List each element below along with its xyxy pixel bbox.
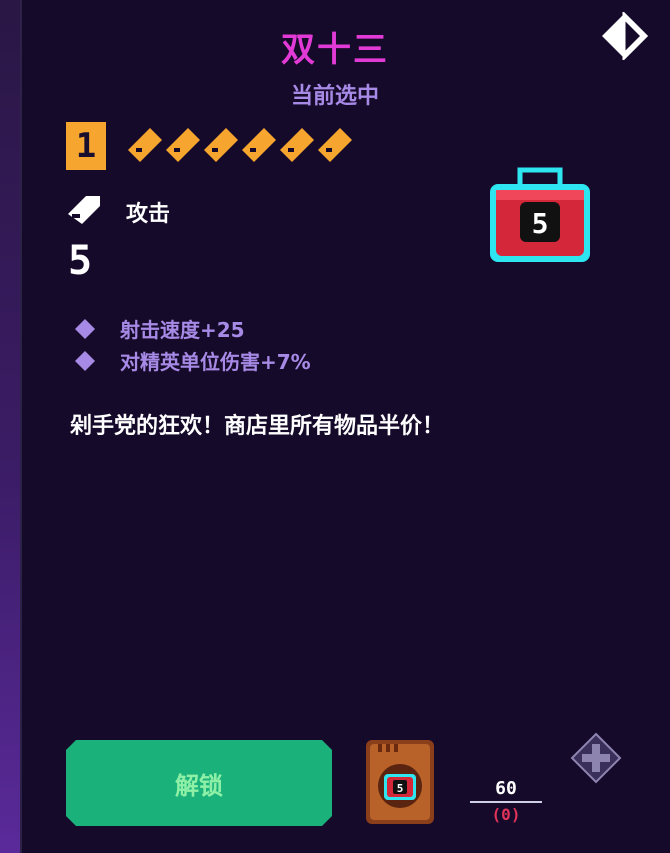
bullet-pip-icon xyxy=(318,128,352,162)
bullet-pip-icon xyxy=(166,128,200,162)
cost-divider xyxy=(470,801,542,803)
bullet-pip-icon xyxy=(242,128,276,162)
level-pips xyxy=(128,128,352,162)
cost-display: 60 (0) xyxy=(470,778,542,824)
level-badge: 1 xyxy=(66,122,106,170)
attack-label: 攻击 xyxy=(126,202,171,227)
bonus-text: 对精英单位伤害+7% xyxy=(120,350,311,374)
item-description: 剁手党的狂欢！商店里所有物品半价！ xyxy=(70,414,445,439)
bonus-item: 射击速度+25 xyxy=(74,314,245,343)
cost-price: 60 xyxy=(495,778,517,799)
selected-label: 当前选中 xyxy=(290,84,379,109)
svg-text:5: 5 xyxy=(532,207,549,240)
dpad-icon[interactable] xyxy=(570,732,622,784)
item-title: 双十三 xyxy=(281,30,389,70)
unlock-button[interactable]: 解锁 xyxy=(66,740,332,826)
item-card-icon[interactable]: 5 xyxy=(364,738,436,826)
shopping-bag-icon: 5 xyxy=(490,167,590,262)
unlock-label: 解锁 xyxy=(175,771,223,800)
left-edge-glow xyxy=(0,0,22,853)
diamond-icon xyxy=(75,350,95,371)
attack-value: 5 xyxy=(68,238,94,284)
bullet-pip-icon xyxy=(128,128,162,162)
bonus-text: 射击速度+25 xyxy=(120,318,245,342)
bullet-pip-icon xyxy=(204,128,238,162)
svg-text:5: 5 xyxy=(397,782,404,795)
cost-owned: (0) xyxy=(491,805,521,824)
bullet-icon xyxy=(68,196,100,224)
diamond-icon xyxy=(75,318,95,339)
contrast-toggle-icon[interactable] xyxy=(600,12,648,60)
bonus-item: 对精英单位伤害+7% xyxy=(74,346,311,375)
bullet-pip-icon xyxy=(280,128,314,162)
